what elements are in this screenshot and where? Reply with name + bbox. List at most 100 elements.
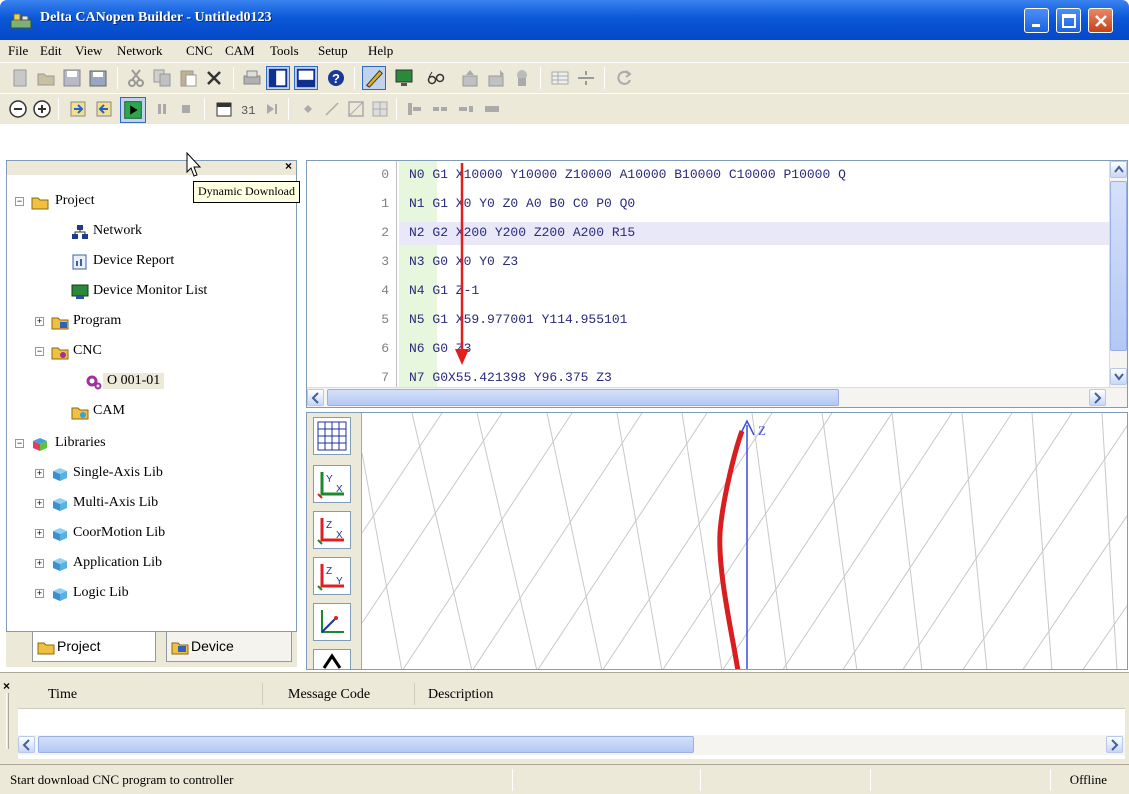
save-all-icon[interactable] xyxy=(88,68,108,88)
tab-device[interactable]: Device xyxy=(166,632,292,662)
stop-icon[interactable] xyxy=(176,99,196,119)
scroll-right-button[interactable] xyxy=(1106,736,1123,753)
column-message-code[interactable]: Message Code xyxy=(288,687,370,703)
rotate-icon xyxy=(322,653,342,669)
editor-horizontal-scrollbar[interactable] xyxy=(307,387,1127,407)
calendar-icon[interactable] xyxy=(214,99,234,119)
split-icon[interactable] xyxy=(576,68,596,88)
menu-file[interactable]: File xyxy=(8,43,28,59)
menu-edit[interactable]: Edit xyxy=(40,43,62,59)
scroll-up-button[interactable] xyxy=(1110,161,1127,178)
collapse-icon[interactable]: − xyxy=(15,197,24,206)
device-icon[interactable] xyxy=(512,68,532,88)
dynamic-download-button[interactable] xyxy=(120,97,146,123)
step-out-icon[interactable] xyxy=(94,99,114,119)
code-line[interactable]: 4 N4 G1 Z-1 xyxy=(307,283,1107,303)
align-center-icon[interactable] xyxy=(430,99,450,119)
copy-icon[interactable] xyxy=(152,68,172,88)
scroll-left-button[interactable] xyxy=(18,736,35,753)
upload-icon[interactable] xyxy=(460,68,480,88)
scroll-thumb[interactable] xyxy=(1110,181,1127,351)
column-description[interactable]: Description xyxy=(428,687,493,703)
menu-network[interactable]: Network xyxy=(117,43,163,59)
paste-icon[interactable] xyxy=(178,68,198,88)
scroll-left-button[interactable] xyxy=(307,389,324,406)
view-3d-button[interactable] xyxy=(313,603,351,641)
align-left-icon[interactable] xyxy=(404,99,424,119)
zoom-out-icon[interactable] xyxy=(8,99,28,119)
tab-project[interactable]: Project xyxy=(32,632,156,662)
view-grid-button[interactable] xyxy=(313,417,351,455)
minimize-icon xyxy=(1032,24,1040,27)
open-icon[interactable] xyxy=(36,68,56,88)
distribute-icon[interactable] xyxy=(482,99,502,119)
menu-tools[interactable]: Tools xyxy=(270,43,299,59)
point-icon[interactable] xyxy=(298,99,318,119)
maximize-button[interactable] xyxy=(1056,8,1081,33)
menu-help[interactable]: Help xyxy=(368,43,393,59)
view-zx-button[interactable]: ZX xyxy=(313,511,351,549)
toolpath-view[interactable]: Z YX ZX ZY xyxy=(306,412,1128,670)
message-panel-close-icon[interactable]: × xyxy=(3,679,10,693)
collapse-icon[interactable]: − xyxy=(35,347,44,356)
toolpath-canvas[interactable]: Z xyxy=(362,413,1128,670)
align-right-icon[interactable] xyxy=(456,99,476,119)
column-time[interactable]: Time xyxy=(48,687,77,703)
refresh-icon[interactable] xyxy=(614,68,634,88)
scroll-right-button[interactable] xyxy=(1089,389,1106,406)
close-button[interactable] xyxy=(1088,8,1113,33)
code-line[interactable]: 2 N2 G2 X200 Y200 Z200 A200 R15 xyxy=(307,225,1107,245)
collapse-icon[interactable]: − xyxy=(15,439,24,448)
layout-bottom-icon[interactable] xyxy=(294,66,318,90)
zoom-in-icon[interactable] xyxy=(32,99,52,119)
panel-grip[interactable] xyxy=(6,693,9,749)
code-line[interactable]: 1 N1 G1 X0 Y0 Z0 A0 B0 C0 P0 Q0 xyxy=(307,196,1107,216)
print-icon[interactable] xyxy=(242,68,262,88)
code-line[interactable]: 6 N6 G0 Z3 xyxy=(307,341,1107,361)
pause-icon[interactable] xyxy=(152,99,172,119)
expand-icon[interactable]: + xyxy=(35,559,44,568)
help-icon[interactable]: ? xyxy=(326,68,346,88)
menu-view[interactable]: View xyxy=(75,43,102,59)
step-end-icon[interactable] xyxy=(262,99,282,119)
panel-close-icon[interactable]: × xyxy=(285,159,292,173)
svg-text:X: X xyxy=(336,484,343,495)
monitor-icon[interactable] xyxy=(394,68,414,88)
menu-cam[interactable]: CAM xyxy=(225,43,255,59)
view-zy-button[interactable]: ZY xyxy=(313,557,351,595)
code-line[interactable]: 5 N5 G1 X59.977001 Y114.955101 xyxy=(307,312,1107,332)
pen-tool-icon[interactable] xyxy=(362,66,386,90)
glasses-icon[interactable] xyxy=(426,68,446,88)
save-icon[interactable] xyxy=(62,68,82,88)
message-horizontal-scrollbar[interactable] xyxy=(18,735,1125,755)
rect-tool-icon[interactable] xyxy=(346,99,366,119)
view-rotate-button[interactable] xyxy=(313,649,351,669)
expand-icon[interactable]: + xyxy=(35,589,44,598)
scroll-thumb[interactable] xyxy=(38,736,694,753)
editor-vertical-scrollbar[interactable] xyxy=(1109,161,1127,387)
cut-icon[interactable] xyxy=(126,68,146,88)
code-line[interactable]: 0 N0 G1 X10000 Y10000 Z10000 A10000 B1000… xyxy=(307,167,1107,187)
layout-left-icon[interactable] xyxy=(266,66,290,90)
menu-cnc[interactable]: CNC xyxy=(186,43,213,59)
line-tool-icon[interactable] xyxy=(322,99,342,119)
message-list[interactable] xyxy=(18,709,1125,759)
expand-icon[interactable]: + xyxy=(35,469,44,478)
delete-icon[interactable] xyxy=(204,68,224,88)
expand-icon[interactable]: + xyxy=(35,529,44,538)
expand-icon[interactable]: + xyxy=(35,317,44,326)
scroll-down-button[interactable] xyxy=(1110,368,1127,385)
expand-icon[interactable]: + xyxy=(35,499,44,508)
step-in-icon[interactable] xyxy=(68,99,88,119)
gcode-editor[interactable]: 0 N0 G1 X10000 Y10000 Z10000 A10000 B1000… xyxy=(306,160,1128,408)
scroll-thumb[interactable] xyxy=(327,389,839,406)
minimize-button[interactable] xyxy=(1024,8,1049,33)
grid-tool-icon[interactable] xyxy=(370,99,390,119)
menu-setup[interactable]: Setup xyxy=(318,43,348,59)
new-icon[interactable] xyxy=(10,68,30,88)
code-line[interactable]: 3 N3 G0 X0 Y0 Z3 xyxy=(307,254,1107,274)
view-xy-button[interactable]: YX xyxy=(313,465,351,503)
line-number-icon[interactable]: 31 xyxy=(238,99,258,119)
table-icon[interactable] xyxy=(550,68,570,88)
download-icon[interactable] xyxy=(486,68,506,88)
